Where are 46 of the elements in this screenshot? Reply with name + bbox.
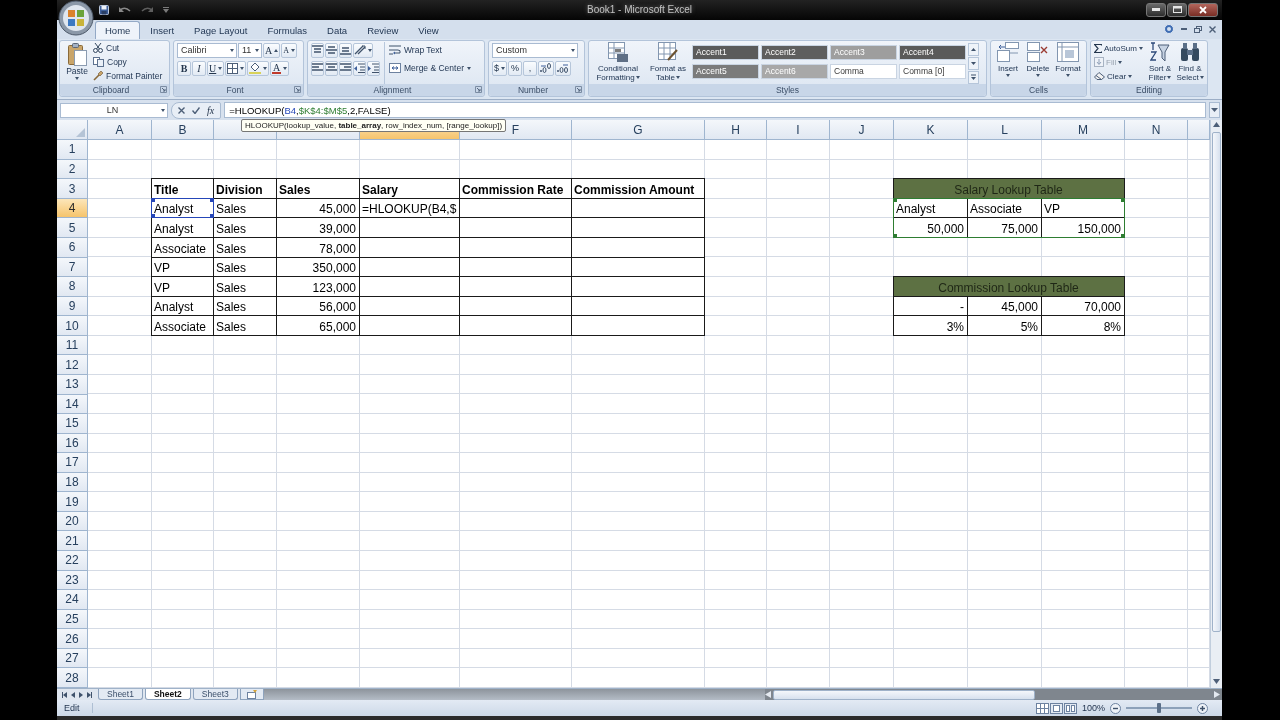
- table-cell: 65,000: [277, 316, 360, 336]
- table-cell: VP: [151, 277, 214, 297]
- table-cell: -: [893, 296, 968, 317]
- header-cell: Sales: [277, 178, 360, 199]
- table-cell: 70,000: [1042, 296, 1125, 317]
- table-cell: Associate: [151, 316, 214, 336]
- status-mode: Edit: [57, 703, 93, 714]
- table-cell: 123,000: [277, 277, 360, 297]
- header-cell: Commission Amount: [572, 178, 705, 199]
- table-cell: Sales: [214, 198, 277, 219]
- table-title: Salary Lookup Table: [893, 178, 1125, 199]
- group-label: Alignment: [372, 84, 413, 95]
- header-cell: Commission Rate: [460, 178, 572, 199]
- table-cell: Sales: [214, 238, 277, 258]
- table-cell: 5%: [968, 316, 1042, 336]
- function-tooltip: HLOOKUP(lookup_value, table_array, row_index_num, [range_lookup]): [241, 119, 507, 132]
- table-cell: Sales: [214, 218, 277, 238]
- table-cell: =HLOOKUP(B4,$: [360, 198, 460, 219]
- table-cell: Sales: [214, 296, 277, 317]
- table-cell: Analyst: [151, 296, 214, 317]
- table-cell: Associate: [968, 198, 1042, 219]
- group-label: Editing: [1135, 84, 1163, 95]
- table-cell: 56,000: [277, 296, 360, 317]
- table-cell: Sales: [214, 257, 277, 278]
- header-cell: Salary: [360, 178, 460, 199]
- table-cell: 45,000: [277, 198, 360, 219]
- header-cell: Title: [151, 178, 214, 199]
- table-cell: Sales: [214, 316, 277, 336]
- table-cell: 45,000: [968, 296, 1042, 317]
- table-title: Commission Lookup Table: [893, 276, 1125, 297]
- table-cell: 3%: [893, 316, 968, 336]
- window-title: Book1 - Microsoft Excel: [586, 4, 692, 16]
- table-cell: 39,000: [277, 218, 360, 238]
- table-cell: VP: [151, 257, 214, 278]
- group-label: Styles: [774, 84, 801, 95]
- table-cell: Sales: [214, 277, 277, 297]
- group-label: Number: [516, 84, 550, 95]
- table-cell: 350,000: [277, 257, 360, 278]
- table-cell: Analyst: [151, 218, 214, 238]
- table-cell: Associate: [151, 238, 214, 258]
- table-cell: 78,000: [277, 238, 360, 258]
- table-cell: 8%: [1042, 316, 1125, 336]
- group-label: Clipboard: [91, 84, 131, 95]
- group-label: Font: [225, 84, 245, 95]
- header-cell: Division: [214, 178, 277, 199]
- group-label: Cells: [1028, 84, 1049, 95]
